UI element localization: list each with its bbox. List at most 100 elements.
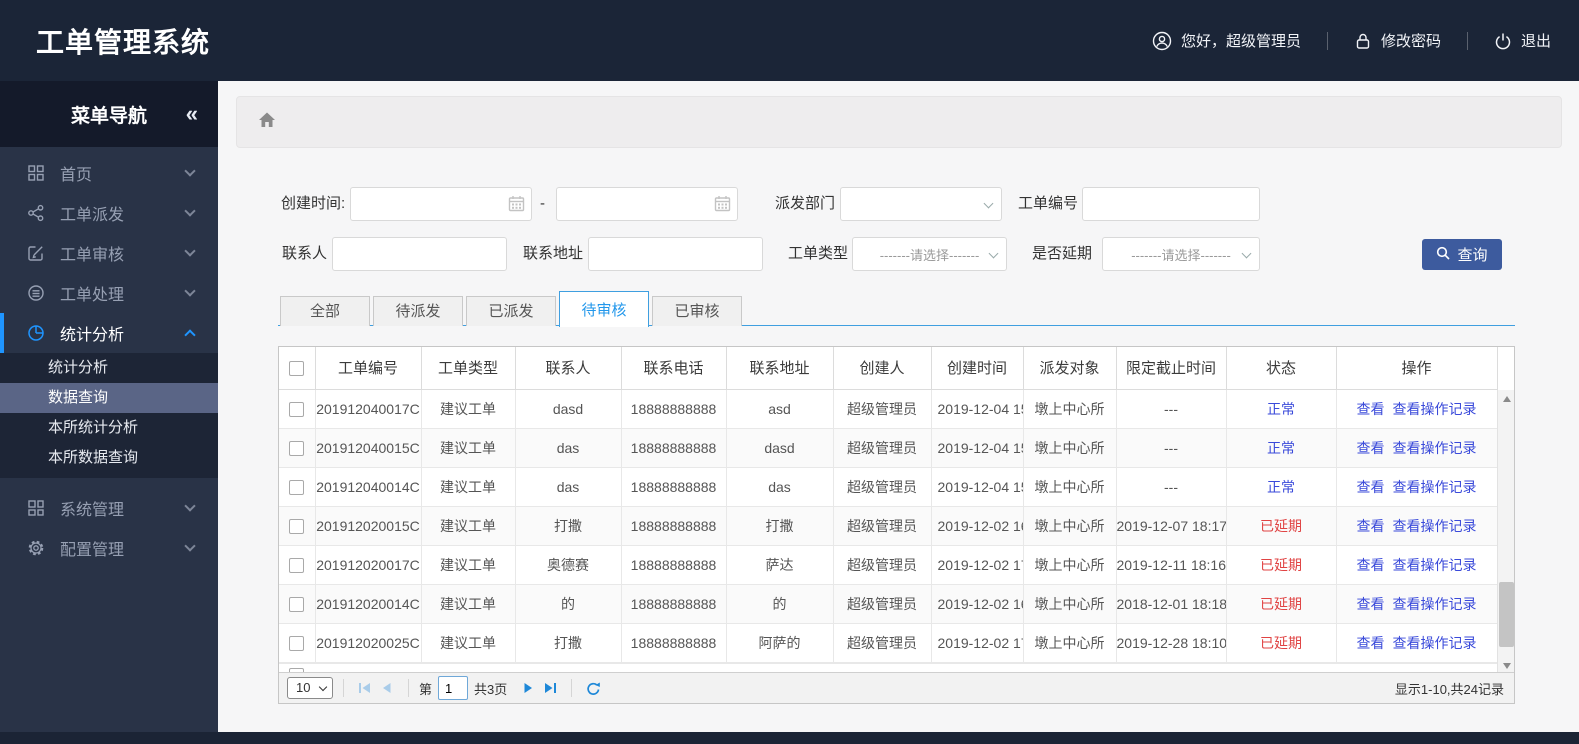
dispatch-dept-select[interactable] (840, 187, 1002, 221)
change-password-button[interactable]: 修改密码 (1354, 30, 1441, 51)
cell-actions: 查看 查看操作记录 (1335, 505, 1498, 546)
submenu-item-local-statistics[interactable]: 本所统计分析 (0, 413, 218, 443)
cell-deadline: --- (1115, 427, 1227, 468)
cell-dispatch-target: 墩上中心所 (1022, 505, 1117, 546)
created-time-end-input[interactable] (556, 187, 738, 221)
row-checkbox[interactable] (289, 518, 305, 534)
vertical-scrollbar[interactable] (1497, 390, 1514, 674)
home-icon[interactable] (257, 110, 277, 134)
row-checkbox-cell (279, 583, 316, 624)
row-checkbox-cell (279, 622, 316, 663)
refresh-icon[interactable] (582, 677, 604, 699)
chevron-down-icon (184, 285, 196, 297)
cell-status: 正常 (1225, 466, 1337, 507)
page-number-input[interactable] (438, 676, 469, 700)
row-checkbox-cell (279, 466, 316, 507)
submenu-item-local-data-query[interactable]: 本所数据查询 (0, 443, 218, 473)
grid-icon (26, 164, 46, 182)
view-operation-log-link[interactable]: 查看操作记录 (1393, 479, 1477, 495)
order-type-select[interactable]: -------请选择------- (852, 237, 1007, 271)
search-button[interactable]: 查询 (1422, 239, 1502, 270)
scrollbar-thumb[interactable] (1499, 582, 1514, 647)
first-page-button[interactable] (354, 677, 376, 699)
cell-status: 已延期 (1225, 544, 1337, 585)
sidebar-item-label: 工单审核 (60, 247, 125, 264)
view-operation-log-link[interactable]: 查看操作记录 (1393, 401, 1477, 417)
prev-page-button[interactable] (376, 677, 398, 699)
select-all-checkbox[interactable] (289, 360, 305, 376)
view-link[interactable]: 查看 (1357, 518, 1385, 534)
view-link[interactable]: 查看 (1357, 557, 1385, 573)
col-target: 派发对象 (1022, 347, 1117, 390)
sidebar-collapse-icon[interactable]: « (186, 103, 198, 125)
view-operation-log-link[interactable]: 查看操作记录 (1393, 596, 1477, 612)
view-operation-log-link[interactable]: 查看操作记录 (1393, 518, 1477, 534)
tab-pending-review[interactable]: 待审核 (559, 291, 649, 327)
sidebar-item-system[interactable]: 系统管理 (0, 488, 218, 528)
row-checkbox[interactable] (289, 635, 305, 651)
sidebar-item-dispatch[interactable]: 工单派发 (0, 193, 218, 233)
view-link[interactable]: 查看 (1357, 635, 1385, 651)
change-password-label: 修改密码 (1380, 33, 1441, 50)
submenu-item-statistics[interactable]: 统计分析 (0, 353, 218, 383)
view-link[interactable]: 查看 (1357, 479, 1385, 495)
logout-button[interactable]: 退出 (1494, 30, 1551, 51)
cell-created-time: 2019-12-04 15 (930, 388, 1024, 429)
tab-pending-dispatch[interactable]: 待派发 (373, 296, 463, 326)
chevron-down-icon (184, 500, 196, 512)
tab-dispatched[interactable]: 已派发 (466, 296, 556, 326)
submenu-item-data-query[interactable]: 数据查询 (0, 383, 218, 413)
cell-created-time: 2019-12-04 15 (930, 466, 1024, 507)
sidebar-item-statistics[interactable]: 统计分析 (0, 313, 218, 353)
sidebar-item-home[interactable]: 首页 (0, 153, 218, 193)
row-checkbox[interactable] (289, 479, 305, 495)
address-input[interactable] (588, 237, 763, 271)
divider (1466, 31, 1468, 50)
view-operation-log-link[interactable]: 查看操作记录 (1393, 440, 1477, 456)
tab-all[interactable]: 全部 (280, 296, 370, 326)
cell-contact: 打撒 (514, 505, 622, 546)
row-checkbox[interactable] (289, 440, 305, 456)
cell-order-no: 201912020014C (314, 583, 422, 624)
col-deadline: 限定截止时间 (1115, 347, 1227, 390)
sidebar-item-process[interactable]: 工单处理 (0, 273, 218, 313)
view-operation-log-link[interactable]: 查看操作记录 (1393, 635, 1477, 651)
view-operation-log-link[interactable]: 查看操作记录 (1393, 557, 1477, 573)
sidebar-item-label: 配置管理 (60, 542, 125, 559)
cell-status: 已延期 (1225, 622, 1337, 663)
calendar-icon[interactable] (714, 195, 731, 217)
cell-created-time: 2019-12-04 15 (930, 427, 1024, 468)
scroll-up-arrow[interactable] (1498, 390, 1515, 407)
created-time-start-input[interactable] (350, 187, 532, 221)
lock-icon (1354, 32, 1372, 50)
chevron-up-icon (184, 329, 196, 341)
current-user[interactable]: 您好，超级管理员 (1152, 30, 1301, 51)
cell-order-no: 201912040017C (314, 388, 422, 429)
cell-order-no: 201912020015C (314, 505, 422, 546)
row-checkbox[interactable] (289, 557, 305, 573)
row-checkbox[interactable] (289, 401, 305, 417)
cell-phone: 18888888888 (620, 544, 727, 585)
delay-select[interactable]: -------请选择------- (1102, 237, 1260, 271)
contact-input[interactable] (332, 237, 507, 271)
cell-order-type: 建议工单 (420, 622, 516, 663)
cell-actions: 查看 查看操作记录 (1335, 388, 1498, 429)
cell-creator: 超级管理员 (832, 466, 932, 507)
view-link[interactable]: 查看 (1357, 401, 1385, 417)
cell-phone: 18888888888 (620, 583, 727, 624)
sidebar-item-review[interactable]: 工单审核 (0, 233, 218, 273)
order-no-input[interactable] (1082, 187, 1260, 221)
record-count-summary: 显示1-10,共24记录 (1394, 681, 1504, 697)
sidebar-item-config[interactable]: 配置管理 (0, 528, 218, 568)
top-bar-actions: 您好，超级管理员 修改密码 退出 (1152, 30, 1579, 51)
next-page-button[interactable] (517, 677, 539, 699)
tab-reviewed[interactable]: 已审核 (652, 296, 742, 326)
last-page-button[interactable] (539, 677, 561, 699)
view-link[interactable]: 查看 (1357, 440, 1385, 456)
page-size-select[interactable]: 10 (287, 677, 333, 699)
user-icon (1152, 31, 1172, 51)
row-checkbox[interactable] (289, 596, 305, 612)
cell-address: 的 (725, 583, 834, 624)
view-link[interactable]: 查看 (1357, 596, 1385, 612)
calendar-icon[interactable] (508, 195, 525, 217)
